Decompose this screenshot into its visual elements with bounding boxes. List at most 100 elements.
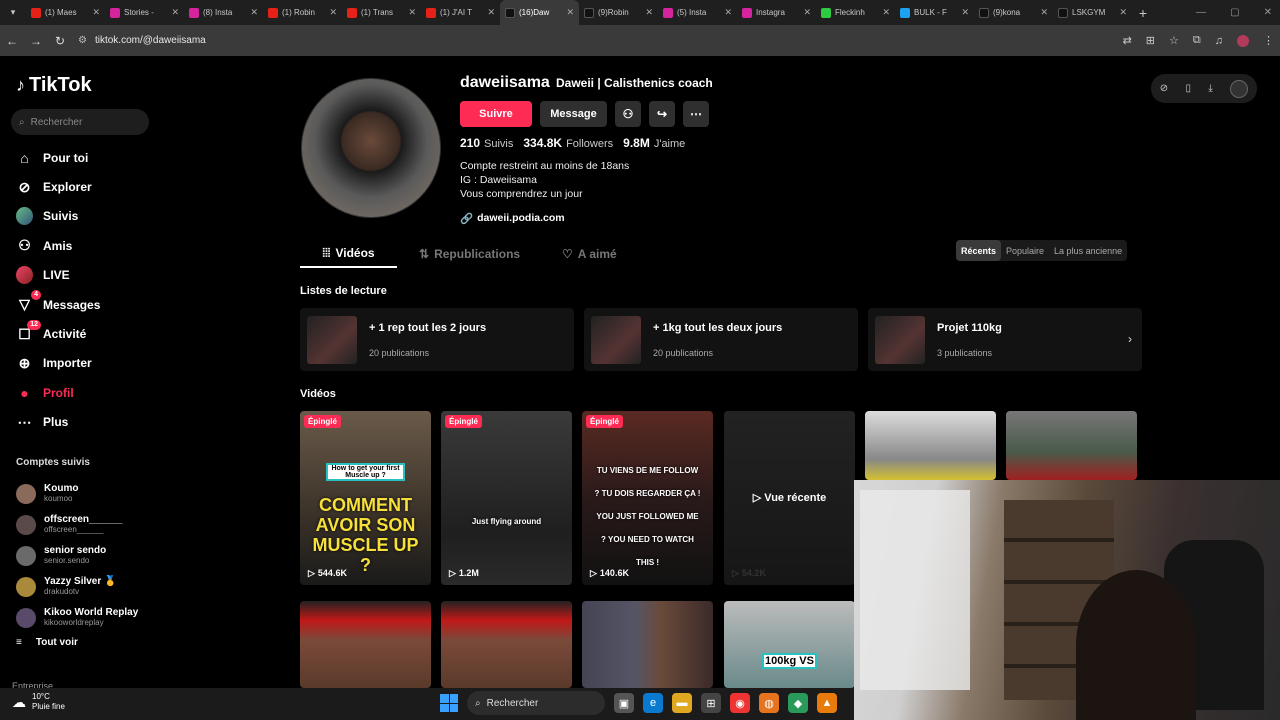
video-thumb[interactable] (865, 411, 996, 480)
followed-account[interactable]: Koumo koumoo (16, 478, 160, 509)
windows-start-icon[interactable] (440, 694, 458, 712)
browser-tab[interactable]: BULK - F ✕ (895, 0, 974, 25)
sidebar-item-messages[interactable]: ▽ 4 Messages (0, 290, 160, 319)
sidebar-item-profile[interactable]: ● Profil (0, 378, 160, 407)
sort-recent[interactable]: Récents (956, 240, 1002, 261)
playlist-card[interactable]: + 1kg tout les deux jours 20 publication… (584, 308, 858, 371)
browser-tab[interactable]: Instagra ✕ (737, 0, 816, 25)
browser-tab[interactable]: (9)Robin ✕ (579, 0, 658, 25)
sidebar-item-friends[interactable]: ⚇ Amis (0, 231, 160, 260)
add-friend-icon[interactable]: ⚇ (615, 101, 641, 127)
followers-stat[interactable]: 334.8K Followers (523, 136, 613, 150)
close-tab-icon[interactable]: ✕ (882, 7, 890, 18)
install-app-icon[interactable]: ⊞ (1146, 34, 1155, 47)
browser-tab[interactable]: (1) Trans ✕ (342, 0, 421, 25)
close-tab-icon[interactable]: ✕ (171, 7, 179, 18)
browser-tab[interactable]: (1) J'AI T ✕ (421, 0, 500, 25)
tab-liked[interactable]: ♡ A aimé (562, 240, 617, 268)
sort-oldest[interactable]: La plus ancienne (1049, 240, 1127, 261)
media-controls-icon[interactable]: ♫ (1215, 35, 1223, 47)
more-options-icon[interactable]: ⋯ (683, 101, 709, 127)
following-stat[interactable]: 210 Suivis (460, 136, 513, 150)
browser-tab[interactable]: (5) Insta ✕ (658, 0, 737, 25)
share-icon[interactable]: ↪ (649, 101, 675, 127)
search-input[interactable]: ⌕ Rechercher (11, 109, 149, 135)
close-tab-icon[interactable]: ✕ (645, 7, 653, 18)
task-view-icon[interactable]: ▣ (614, 693, 634, 713)
maximize-icon[interactable]: ▢ (1230, 7, 1239, 18)
see-all-link[interactable]: ≡ Tout voir (16, 637, 78, 648)
message-button[interactable]: Message (540, 101, 607, 127)
bookmark-star-icon[interactable]: ☆ (1169, 34, 1179, 47)
video-thumb[interactable] (1006, 411, 1137, 480)
video-thumb[interactable] (300, 601, 431, 688)
tab-list-chevron-icon[interactable]: ▾ (0, 7, 26, 18)
app-icon[interactable]: ◆ (788, 693, 808, 713)
browser-tab[interactable]: (1) Maes ✕ (26, 0, 105, 25)
sidebar-item-compass[interactable]: ⊘ Explorer (0, 172, 160, 201)
sidebar-item-activity[interactable]: ☐ 12 Activité (0, 319, 160, 348)
followed-account[interactable]: Kikoo World Replay kikooworldreplay (16, 602, 160, 633)
close-tab-icon[interactable]: ✕ (1119, 7, 1127, 18)
close-tab-icon[interactable]: ✕ (487, 7, 495, 18)
followed-account[interactable]: senior sendo senior.sendo (16, 540, 160, 571)
close-tab-icon[interactable]: ✕ (92, 7, 100, 18)
sidebar-item-avatar[interactable]: Suivis (0, 202, 160, 231)
vlc-icon[interactable]: ▲ (817, 693, 837, 713)
video-thumb[interactable]: ▷ Vue récente ▷ 54.2K (724, 411, 855, 585)
browser-tab[interactable]: Fleckinh ✕ (816, 0, 895, 25)
close-tab-icon[interactable]: ✕ (1040, 7, 1048, 18)
playlist-card[interactable]: Projet 110kg 3 publications (868, 308, 1142, 371)
profile-link[interactable]: 🔗 daweii.podia.com (460, 212, 565, 225)
close-tab-icon[interactable]: ✕ (329, 7, 337, 18)
close-tab-icon[interactable]: ✕ (566, 7, 574, 18)
sort-popular[interactable]: Populaire (1001, 240, 1049, 261)
taskbar-search[interactable]: ⌕ Rechercher (467, 691, 605, 715)
url-field[interactable]: ⚙ tiktok.com/@daweiisama (78, 35, 206, 46)
new-tab-button[interactable]: + (1132, 5, 1154, 21)
file-explorer-icon[interactable]: ▬ (672, 693, 692, 713)
tiktok-logo[interactable]: ♪ TikTok (16, 74, 92, 97)
compass-icon[interactable]: ⊘ (1160, 83, 1168, 94)
browser-menu-icon[interactable]: ⋮ (1263, 34, 1274, 47)
sidebar-item-upload[interactable]: ⊕ Importer (0, 349, 160, 378)
video-thumb[interactable] (441, 601, 572, 688)
browser-tab[interactable]: Stories - ✕ (105, 0, 184, 25)
browser-tab[interactable]: (16)Daw ✕ (500, 0, 579, 25)
device-icon[interactable]: ▯ (1186, 83, 1192, 94)
video-thumb[interactable]: Épinglé How to get your first Muscle up … (300, 411, 431, 585)
playlist-card[interactable]: + 1 rep tout les 2 jours 20 publications (300, 308, 574, 371)
sidebar-item-more[interactable]: ⋯ Plus (0, 408, 160, 437)
forward-icon[interactable]: → (24, 34, 48, 48)
user-avatar[interactable] (1230, 79, 1249, 98)
browser-tab[interactable]: LSKGYM ✕ (1053, 0, 1132, 25)
video-thumb[interactable]: Épinglé Just flying around ▷ 1.2M (441, 411, 572, 585)
close-tab-icon[interactable]: ✕ (803, 7, 811, 18)
edge-icon[interactable]: e (643, 693, 663, 713)
close-tab-icon[interactable]: ✕ (724, 7, 732, 18)
close-tab-icon[interactable]: ✕ (961, 7, 969, 18)
firefox-icon[interactable]: ◍ (759, 693, 779, 713)
back-icon[interactable]: ← (0, 34, 24, 48)
browser-profile-avatar[interactable] (1237, 34, 1249, 47)
chrome-icon[interactable]: ◉ (730, 693, 750, 713)
follow-button[interactable]: Suivre (460, 101, 532, 127)
browser-tab[interactable]: (1) Robin ✕ (263, 0, 342, 25)
video-thumb[interactable]: 100kg VS (724, 601, 855, 688)
close-tab-icon[interactable]: ✕ (250, 7, 258, 18)
tab-videos[interactable]: ⦙⦙⦙ Vidéos (300, 240, 397, 268)
sidebar-item-home[interactable]: ⌂ Pour toi (0, 143, 160, 172)
tab-reposts[interactable]: ⇅ Republications (419, 240, 520, 268)
download-icon[interactable]: ⤓ (1208, 83, 1212, 94)
translate-icon[interactable]: ⇄ (1123, 34, 1132, 47)
store-icon[interactable]: ⊞ (701, 693, 721, 713)
minimize-icon[interactable]: — (1196, 7, 1206, 18)
site-info-icon[interactable]: ⚙ (78, 35, 87, 46)
playlist-next-icon[interactable]: › (1128, 332, 1132, 346)
close-window-icon[interactable]: ✕ (1264, 7, 1272, 18)
video-thumb[interactable]: Épinglé TU VIENS DE ME FOLLOW ? TU DOIS … (582, 411, 713, 585)
extensions-icon[interactable]: ⧉ (1193, 34, 1201, 47)
followed-account[interactable]: offscreen______ offscreen______ (16, 509, 160, 540)
browser-tab[interactable]: (9)kona ✕ (974, 0, 1053, 25)
weather-widget[interactable]: ☁ 10°C Pluie fine (12, 692, 65, 712)
